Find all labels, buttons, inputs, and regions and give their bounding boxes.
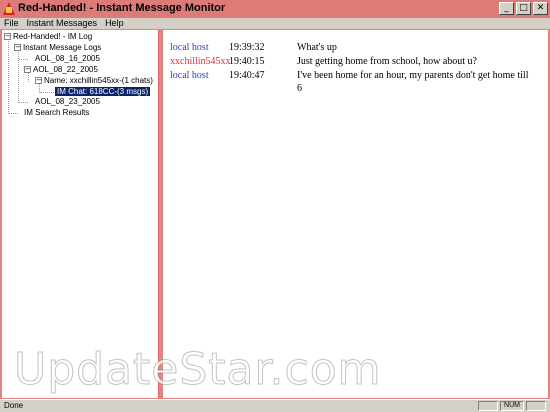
menu-file[interactable]: File xyxy=(4,18,19,29)
panel-splitter[interactable] xyxy=(159,30,162,398)
menu-help[interactable]: Help xyxy=(105,18,124,29)
tree-item-label: IM Search Results xyxy=(24,108,90,117)
close-button[interactable]: ✕ xyxy=(533,2,548,15)
chat-view[interactable]: local host 19:39:32 What's up xxchillin5… xyxy=(163,30,548,398)
message-text: Just getting home from school, how about… xyxy=(297,56,477,67)
message-text: What's up xyxy=(297,42,337,53)
maximize-button[interactable]: □ xyxy=(516,2,531,15)
title-bar[interactable]: Red-Handed! - Instant Message Monitor _ … xyxy=(0,0,550,19)
app-logo-icon xyxy=(3,2,15,15)
tree-connector xyxy=(40,92,54,93)
tree-connector xyxy=(8,38,9,114)
tree-connector xyxy=(19,102,28,103)
menu-bar: File Instant Messages Help xyxy=(0,18,550,29)
window-title: Red-Handed! - Instant Message Monitor xyxy=(18,2,226,14)
tree-connector xyxy=(19,59,28,60)
tree-item-aol-0823[interactable]: AOL_08_23_2005 xyxy=(35,97,100,107)
tree-item-name[interactable]: − Name: xxchillin545xx-(1 chats) xyxy=(35,76,153,86)
tree-item-label: AOL_08_16_2005 xyxy=(35,54,100,63)
tree-item-aol-0816[interactable]: AOL_08_16_2005 xyxy=(35,54,100,64)
tree-connector xyxy=(9,113,18,114)
tree-item-label: AOL_08_23_2005 xyxy=(35,97,100,106)
collapse-icon[interactable]: − xyxy=(14,44,21,52)
message-time: 19:40:15 xyxy=(229,56,265,67)
tree-item-im-logs[interactable]: − Instant Message Logs xyxy=(14,43,101,53)
tree-item-search-results[interactable]: IM Search Results xyxy=(24,108,89,118)
message-text: I've been home for an hour, my parents d… xyxy=(297,70,529,94)
tree-root-label: Red-Handed! - IM Log xyxy=(13,32,93,41)
menu-instant-messages[interactable]: Instant Messages xyxy=(27,18,98,29)
status-cell-empty xyxy=(478,401,498,411)
status-text: Done xyxy=(4,401,24,410)
tree-connector xyxy=(18,49,19,103)
message-sender: xxchillin545xx xyxy=(170,56,231,67)
collapse-icon[interactable]: − xyxy=(24,66,31,74)
collapse-icon[interactable]: − xyxy=(4,33,11,41)
tree-item-label-selected: IM Chat: 618CC-(3 msgs) xyxy=(55,87,151,96)
message-time: 19:39:32 xyxy=(229,42,265,53)
tree-root[interactable]: − Red-Handed! - IM Log xyxy=(4,32,92,42)
chat-message: local host 19:40:47 I've been home for a… xyxy=(163,69,548,97)
num-lock-indicator: NUM xyxy=(500,401,524,411)
collapse-icon[interactable]: − xyxy=(35,77,42,85)
message-time: 19:40:47 xyxy=(229,70,265,81)
tree-item-im-chat[interactable]: IM Chat: 618CC-(3 msgs) xyxy=(55,87,151,97)
tree-item-label: Name: xxchillin545xx-(1 chats) xyxy=(44,76,153,85)
status-bar: Done NUM xyxy=(0,399,550,412)
message-sender: local host xyxy=(170,70,209,81)
tree-item-label: AOL_08_22_2005 xyxy=(33,65,98,74)
tree-item-aol-0822[interactable]: − AOL_08_22_2005 xyxy=(24,65,98,75)
tree-item-label: Instant Message Logs xyxy=(23,43,102,52)
log-tree[interactable]: − Red-Handed! - IM Log − Instant Message L… xyxy=(2,30,159,398)
app-window: Red-Handed! - Instant Message Monitor _ … xyxy=(0,0,550,412)
status-cell-empty xyxy=(526,401,546,411)
message-sender: local host xyxy=(170,42,209,53)
chat-message: local host 19:39:32 What's up xyxy=(163,41,548,55)
minimize-button[interactable]: _ xyxy=(499,2,514,15)
window-controls: _ □ ✕ xyxy=(499,2,548,15)
chat-message: xxchillin545xx 19:40:15 Just getting hom… xyxy=(163,55,548,69)
watermark-logo: UpdateStar.com xyxy=(14,344,382,396)
